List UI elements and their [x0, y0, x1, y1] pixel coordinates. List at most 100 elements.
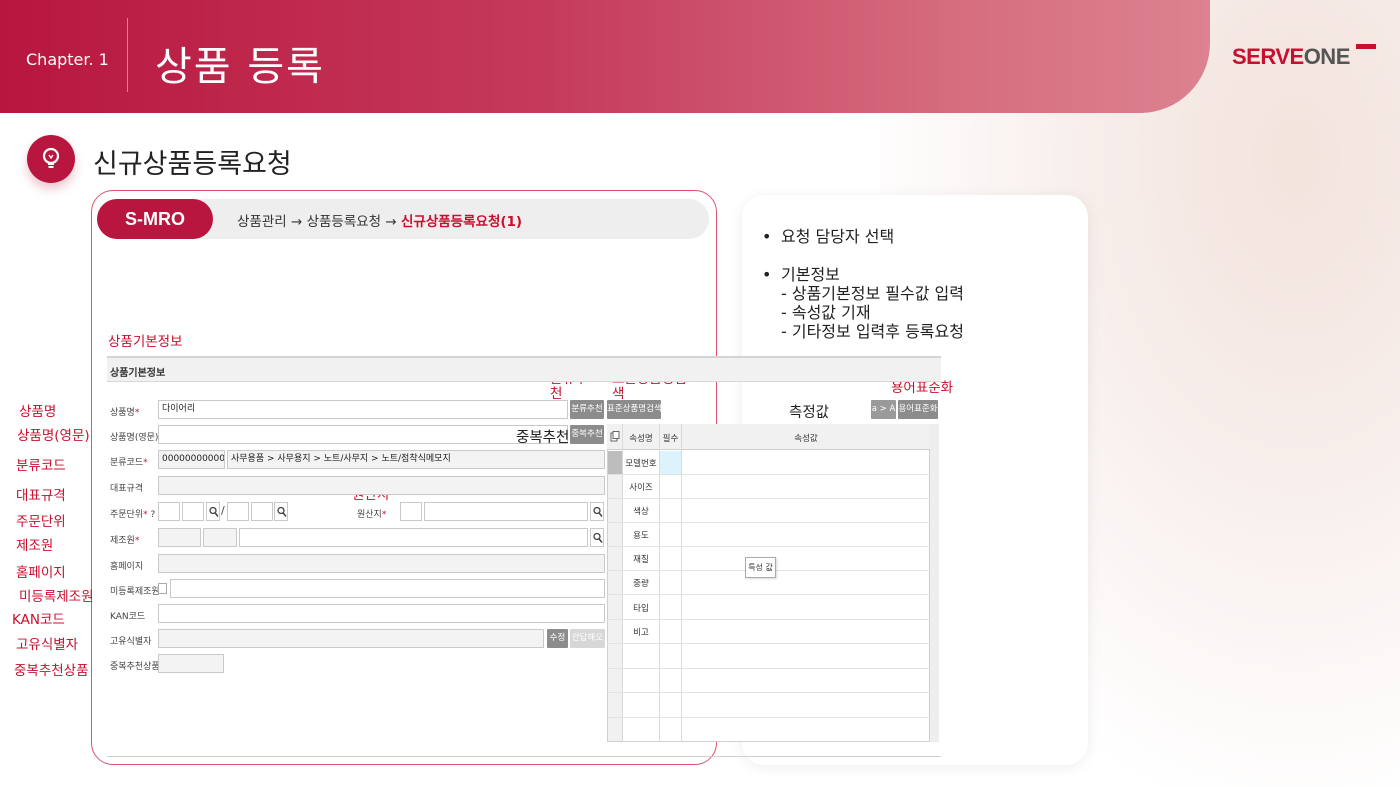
- grid-row-line: [607, 474, 930, 475]
- label-unique-id: 고유식별자: [110, 637, 152, 647]
- selected-cell: [660, 451, 681, 474]
- annotation-basic-info: 상품기본정보: [108, 334, 183, 350]
- info-subitem: - 기타정보 입력후 등록요청: [781, 322, 964, 341]
- grid-header-required: 필수: [662, 434, 679, 444]
- annotation-left-label: 상품명(영문): [17, 428, 90, 444]
- label-spec: 대표규격: [110, 484, 144, 494]
- grid-row-line: [607, 594, 930, 595]
- grid-row-name[interactable]: 재질: [623, 553, 659, 565]
- bullet: •: [762, 265, 772, 284]
- order-unit-qty-input[interactable]: [158, 502, 180, 521]
- annotation-left-label: 주문단위: [16, 514, 66, 530]
- dup-recommend-button[interactable]: 중복추천: [570, 425, 604, 444]
- info-subitem: - 상품기본정보 필수값 입력: [781, 284, 964, 303]
- label-order-unit: 주문단위* ?: [110, 510, 156, 520]
- label-unregistered-mfr: 미등록제조원: [110, 587, 160, 597]
- annotation-left-label: 고유식별자: [16, 637, 79, 653]
- page-title: 상품 등록: [155, 44, 325, 90]
- label-manufacturer: 제조원*: [110, 536, 140, 546]
- grid-row-name[interactable]: 용도: [623, 529, 659, 541]
- grid-row-line: [607, 692, 930, 693]
- order-unit-code-input[interactable]: [182, 502, 204, 521]
- grid-row-name[interactable]: 모델번호: [623, 457, 659, 469]
- label-dup-recommend: 중복추천상품: [110, 662, 160, 672]
- search-icon[interactable]: [206, 502, 220, 521]
- product-name-input[interactable]: 다이어리: [158, 400, 568, 419]
- row-header-column: [608, 451, 622, 741]
- homepage-input[interactable]: [158, 554, 605, 573]
- selected-row-marker: [608, 451, 622, 474]
- grid-scrollbar[interactable]: [930, 424, 939, 742]
- annotation-category-recommend-2: 천: [550, 386, 563, 402]
- case-toggle-button[interactable]: a > A: [871, 400, 896, 419]
- annotation-left-label: 홈페이지: [16, 565, 66, 581]
- serveone-logo: SERVEONE: [1232, 44, 1350, 69]
- order-unit-qty2-input[interactable]: [227, 502, 249, 521]
- grid-row-line: [607, 619, 930, 620]
- grid-header-value: 속성값: [794, 434, 818, 444]
- grid-row-line: [607, 546, 930, 547]
- attribute-value-popup[interactable]: 특성 값: [745, 557, 776, 578]
- manufacturer-code-input[interactable]: [158, 528, 201, 547]
- category-code-input[interactable]: 00000000000000001: [158, 450, 225, 469]
- lightbulb-icon: [27, 135, 75, 183]
- label-product-name-en: 상품명(영문): [110, 433, 159, 443]
- grid-row-name[interactable]: 비고: [623, 626, 659, 638]
- unreply-button[interactable]: 안답해오: [570, 629, 605, 648]
- smro-badge: S-MRO: [97, 199, 213, 239]
- unregistered-mfr-checkbox[interactable]: [158, 583, 167, 594]
- label-category-code: 분류코드*: [110, 458, 148, 468]
- annotation-std-name-search-2: 색: [612, 386, 625, 402]
- annotation-left-label: 제조원: [16, 538, 54, 554]
- grid-row-name[interactable]: 타입: [623, 602, 659, 614]
- form-bottom-line: [107, 756, 941, 757]
- annotation-left-label: 대표규격: [16, 488, 66, 504]
- annotation-left-label: 상품명: [19, 404, 57, 420]
- unique-id-input[interactable]: [158, 629, 544, 648]
- grid-header-name: 속성명: [629, 434, 653, 444]
- section-title: 신규상품등록요청: [93, 149, 292, 180]
- grid-row-line: [607, 668, 930, 669]
- form-header-label: 상품기본정보: [110, 368, 166, 379]
- annotation-measured-value: 측정값: [789, 405, 830, 421]
- logo-accent-bar: [1356, 44, 1376, 49]
- product-name-en-input[interactable]: [158, 425, 568, 444]
- annotation-left-label: 분류코드: [16, 458, 66, 474]
- grid-row-line: [607, 522, 930, 523]
- edit-button[interactable]: 수정: [547, 629, 568, 648]
- grid-row-name[interactable]: 사이즈: [623, 481, 659, 493]
- order-unit-slash: /: [221, 504, 225, 517]
- annotation-duplicate-recommend: 중복추천: [516, 430, 570, 446]
- grid-row-name[interactable]: 색상: [623, 505, 659, 517]
- chapter-label: Chapter. 1: [26, 50, 109, 69]
- label-origin: 원산지*: [357, 510, 387, 520]
- info-item: 기본정보: [781, 265, 840, 284]
- grid-row-name[interactable]: 중량: [623, 577, 659, 589]
- grid-row-line: [607, 498, 930, 499]
- origin-code-input[interactable]: [400, 502, 422, 521]
- search-icon[interactable]: [274, 502, 288, 521]
- label-kan-code: KAN코드: [110, 612, 146, 622]
- kan-code-input[interactable]: [158, 604, 605, 623]
- form-header: [107, 358, 941, 382]
- dup-recommend-input[interactable]: [158, 654, 224, 673]
- copy-icon[interactable]: [610, 431, 620, 445]
- order-unit-code2-input[interactable]: [251, 502, 273, 521]
- term-standardize-button[interactable]: 용어표준화: [898, 400, 938, 419]
- annotation-left-label: 중복추천상품: [14, 663, 89, 679]
- annotation-left-label: KAN코드: [12, 612, 65, 628]
- category-path-input: 사무용품 > 사무용지 > 노트/사무지 > 노트/점착식메모지: [227, 450, 605, 469]
- annotation-left-label: 미등록제조원: [19, 589, 94, 605]
- manufacturer-name-input[interactable]: [239, 528, 588, 547]
- search-icon[interactable]: [590, 528, 604, 547]
- unregistered-mfr-input[interactable]: [170, 579, 605, 598]
- category-recommend-button[interactable]: 분류추천: [570, 400, 604, 419]
- spec-input[interactable]: [158, 476, 605, 495]
- manufacturer-sub-input[interactable]: [203, 528, 237, 547]
- info-subitem: - 속성값 기재: [781, 303, 871, 322]
- search-icon[interactable]: [590, 502, 604, 521]
- std-name-search-button[interactable]: 표준상품명검색: [607, 400, 662, 419]
- banner-divider: [127, 18, 128, 92]
- origin-name-input[interactable]: [424, 502, 588, 521]
- grid-divider: [681, 424, 682, 742]
